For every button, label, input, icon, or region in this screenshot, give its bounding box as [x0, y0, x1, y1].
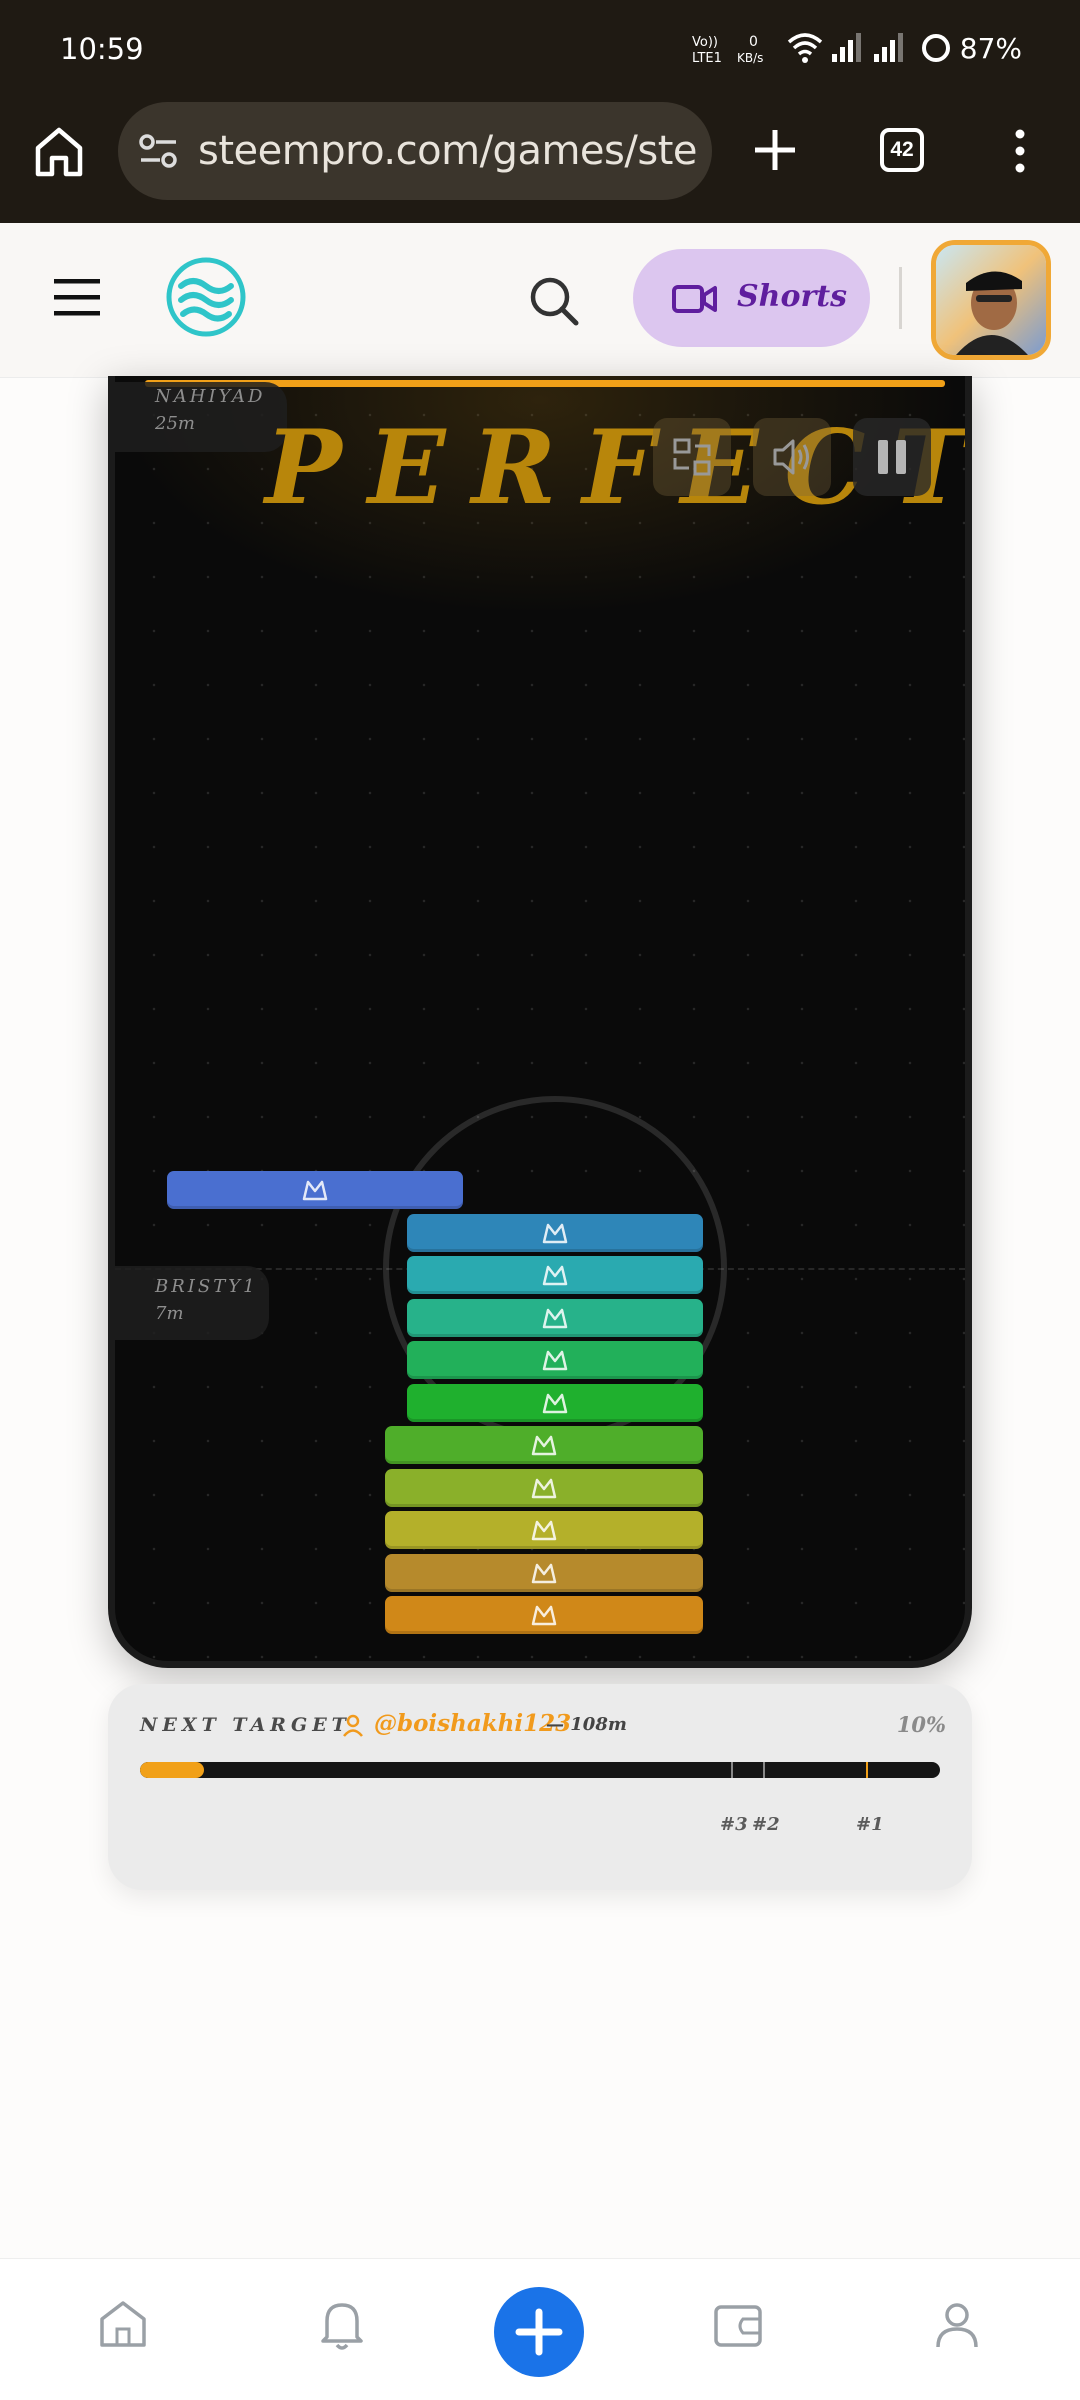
shorts-label: Shorts	[737, 279, 848, 314]
browser-home-icon[interactable]	[30, 122, 88, 180]
svg-text:Vo)): Vo))	[692, 35, 718, 50]
avatar-image	[936, 245, 1046, 355]
next-target-label: NEXT TARGET	[140, 1714, 351, 1736]
swap-view-button[interactable]	[653, 418, 731, 496]
battery-icon	[922, 34, 950, 62]
data-speed-icon: 0 KB/s	[737, 34, 763, 65]
header-divider	[899, 267, 902, 329]
user-avatar[interactable]	[931, 240, 1051, 360]
player-marker-bristy1: BRISTY1 7m	[115, 1266, 269, 1340]
pause-icon	[878, 440, 906, 474]
shorts-button[interactable]: Shorts	[633, 249, 870, 347]
url-text[interactable]: steempro.com/games/steer	[198, 128, 698, 174]
player-name: BRISTY1	[155, 1276, 258, 1297]
moving-block	[167, 1171, 463, 1209]
svg-text:LTE1: LTE1	[692, 51, 722, 66]
plus-icon	[515, 2308, 563, 2356]
bottom-navigation	[0, 2258, 1080, 2400]
svg-text:0: 0	[749, 34, 758, 50]
stacked-block	[385, 1511, 703, 1549]
stacked-block	[385, 1596, 703, 1634]
rank-tick-3	[731, 1762, 733, 1778]
wallet-icon[interactable]	[703, 2289, 773, 2359]
rank-label-1: #1	[856, 1814, 884, 1835]
stacked-block	[385, 1469, 703, 1507]
target-username[interactable]: @boishakhi123	[374, 1710, 571, 1737]
wifi-icon	[787, 33, 823, 63]
pause-button[interactable]	[853, 418, 931, 496]
rank-label-2: #2	[752, 1814, 780, 1835]
stacked-block	[407, 1299, 703, 1337]
rank-tick-1	[866, 1762, 868, 1778]
stacked-block	[407, 1384, 703, 1422]
crown-icon	[531, 1478, 557, 1499]
stacked-block	[407, 1256, 703, 1294]
sound-button[interactable]	[753, 418, 831, 496]
url-bar[interactable]: steempro.com/games/steer	[118, 102, 712, 200]
signal-icon-2	[874, 33, 903, 62]
signal-icon-1	[832, 33, 861, 62]
speaker-icon	[773, 439, 809, 475]
swap-icon	[673, 438, 711, 476]
status-bar: 10:59 Vo)) LTE1 0 KB/s 87%	[0, 0, 1080, 100]
crown-icon	[302, 1180, 328, 1201]
video-camera-icon	[672, 285, 717, 313]
home-icon[interactable]	[88, 2289, 158, 2359]
crown-icon	[531, 1563, 557, 1584]
stacked-block	[407, 1341, 703, 1379]
target-percent: 10%	[896, 1712, 946, 1737]
more-menu-icon[interactable]	[1005, 126, 1035, 176]
create-post-button[interactable]	[494, 2287, 584, 2377]
bell-icon[interactable]	[307, 2289, 377, 2359]
rank-label-3: #3	[720, 1814, 748, 1835]
battery-percent: 87%	[959, 32, 1022, 65]
site-header: Shorts	[0, 223, 1080, 378]
rank-tick-2	[763, 1762, 765, 1778]
hamburger-menu-icon[interactable]	[52, 275, 102, 319]
new-tab-icon[interactable]	[745, 120, 805, 180]
player-marker-nahiyad: NAHIYAD 25m	[115, 382, 287, 452]
crown-icon	[531, 1435, 557, 1456]
svg-text:KB/s: KB/s	[737, 51, 763, 65]
tab-switcher-button[interactable]: 42	[880, 128, 924, 172]
status-time: 10:59	[60, 32, 144, 66]
player-name: NAHIYAD	[155, 386, 266, 407]
crown-icon	[542, 1265, 568, 1286]
next-target-panel: NEXT TARGET @boishakhi123 — 108m 10% #3 …	[108, 1684, 972, 1890]
crown-icon	[542, 1223, 568, 1244]
search-icon[interactable]	[526, 273, 582, 329]
game-canvas[interactable]: NAHIYAD 25m PERFECT! BRISTY1 7m	[108, 376, 972, 1668]
crown-icon	[542, 1308, 568, 1329]
stacked-block	[385, 1554, 703, 1592]
browser-toolbar: steempro.com/games/steer 42	[0, 100, 1080, 223]
crown-icon	[531, 1605, 557, 1626]
profile-icon[interactable]	[922, 2289, 992, 2359]
steempro-logo[interactable]	[165, 256, 247, 338]
volte-icon: Vo)) LTE1	[692, 35, 722, 66]
player-distance: 25m	[155, 413, 195, 434]
stacked-block	[407, 1214, 703, 1252]
site-settings-icon[interactable]	[138, 130, 180, 172]
user-icon	[343, 1714, 363, 1737]
target-distance: — 108m	[546, 1714, 627, 1735]
progress-fill	[140, 1762, 204, 1778]
crown-icon	[531, 1520, 557, 1541]
progress-track	[140, 1762, 940, 1778]
crown-icon	[542, 1350, 568, 1371]
crown-icon	[542, 1393, 568, 1414]
stacked-block	[385, 1426, 703, 1464]
player-distance: 7m	[155, 1303, 184, 1324]
